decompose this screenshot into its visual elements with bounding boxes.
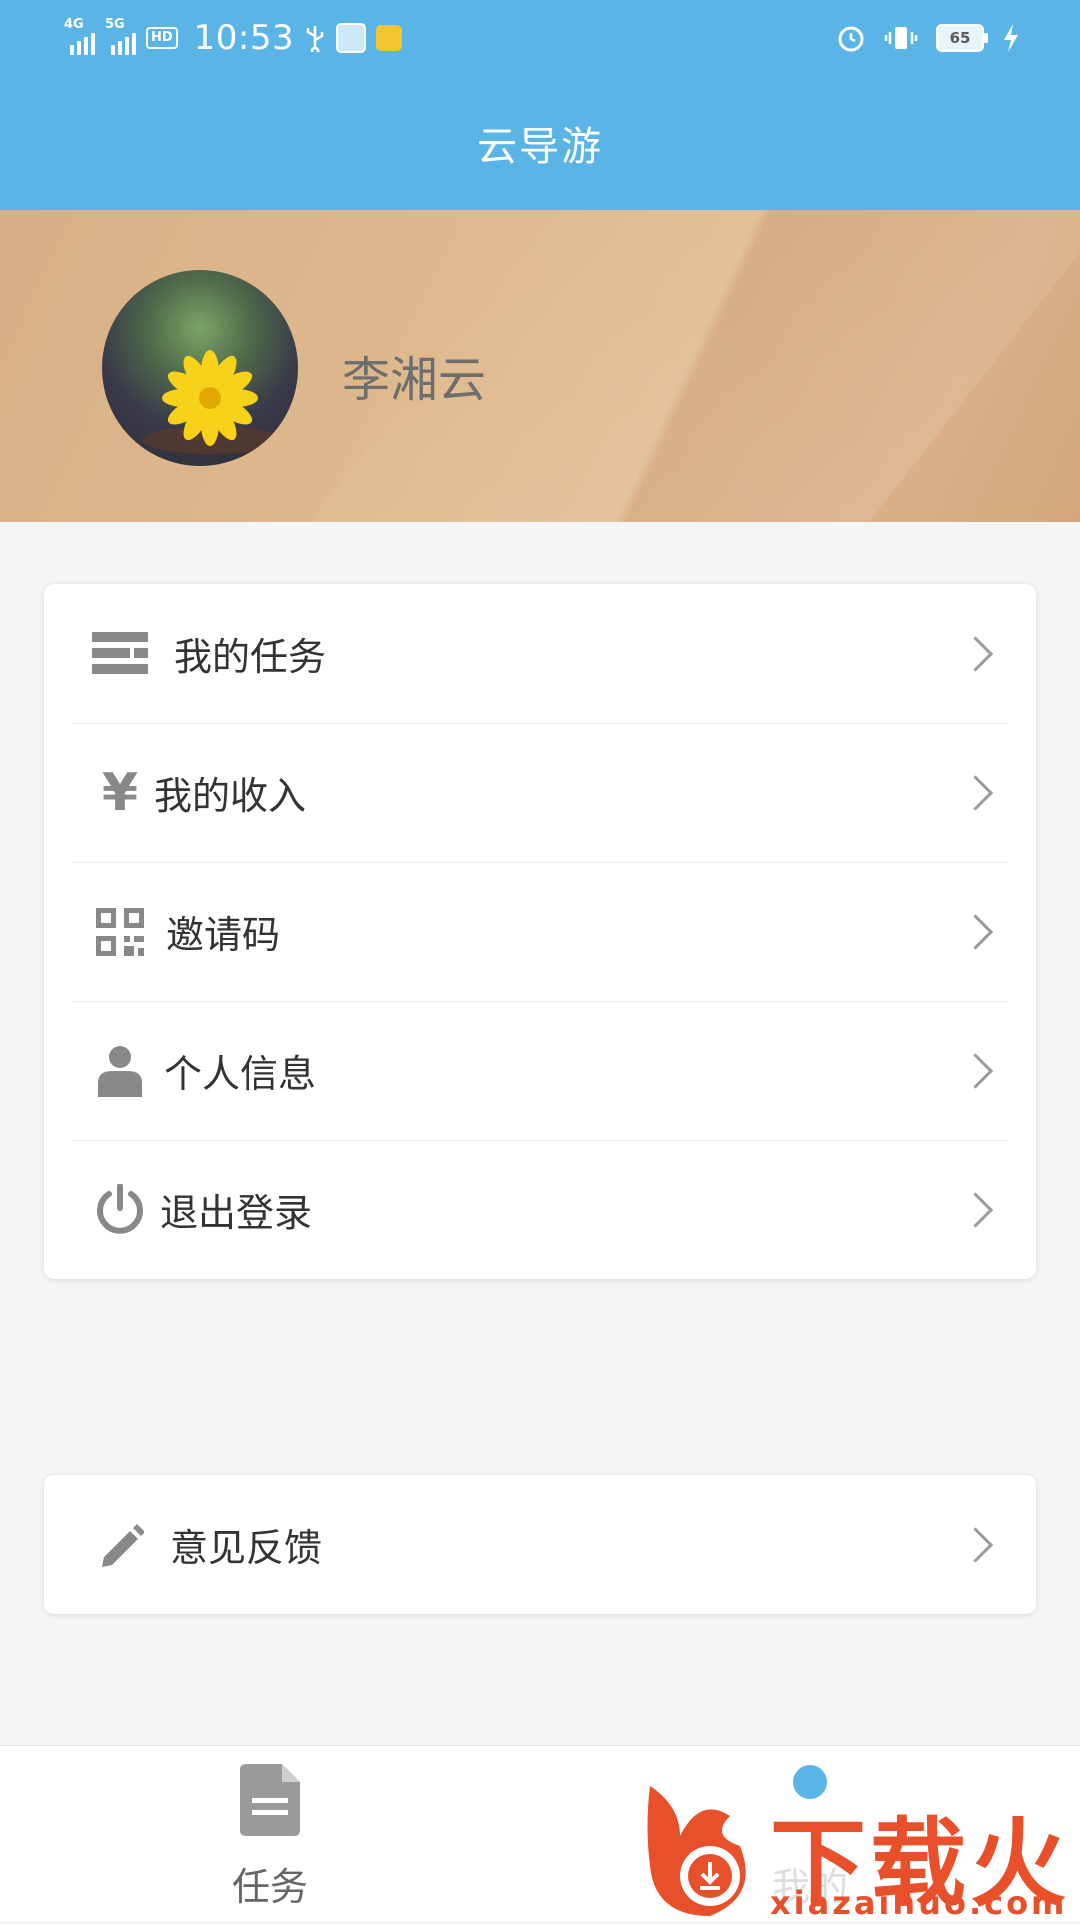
chevron-right-icon <box>957 1191 994 1228</box>
yen-icon: ¥ <box>101 762 139 823</box>
menu-item-label: 邀请码 <box>166 913 281 957</box>
menu-item-label: 退出登录 <box>160 1191 313 1235</box>
power-icon <box>92 1182 148 1238</box>
vibrate-icon <box>884 27 918 49</box>
chevron-right-icon <box>957 1526 994 1563</box>
status-left: 4G 5G HD 10:53 <box>64 17 403 58</box>
chevron-right-icon <box>957 913 994 950</box>
feedback-card: 意见反馈 <box>44 1475 1036 1614</box>
username: 李湘云 <box>342 352 487 408</box>
tab-label: 任务 <box>231 1865 308 1909</box>
avatar[interactable] <box>102 270 298 466</box>
battery-icon: 65 <box>936 24 988 52</box>
watermark: 下载火 xiazaihuo.com <box>640 1776 1080 1922</box>
menu-item-my-income[interactable]: ¥ 我的收入 <box>44 723 1036 862</box>
pencil-icon <box>92 1517 148 1573</box>
mail-icon <box>376 25 403 51</box>
status-right: 65 <box>836 18 1020 58</box>
status-bar: 4G 5G HD 10:53 65 <box>0 0 1080 76</box>
watermark-url: xiazaihuo.com <box>770 1884 1068 1922</box>
menu-item-my-tasks[interactable]: 我的任务 <box>44 584 1036 723</box>
menu-item-personal-info[interactable]: 个人信息 <box>44 1001 1036 1140</box>
page-title: 云导游 <box>477 124 603 170</box>
usb-debug-icon <box>336 23 367 53</box>
flower-image <box>142 350 282 454</box>
charging-icon <box>1004 24 1018 52</box>
usb-icon <box>306 26 324 52</box>
signal-4g-icon: 4G <box>64 17 95 55</box>
chevron-right-icon <box>957 635 994 672</box>
signal-4g-label: 4G <box>64 17 84 32</box>
menu-item-label: 意见反馈 <box>170 1526 323 1570</box>
profile-banner: 李湘云 <box>0 210 1080 522</box>
qr-code-icon <box>92 904 148 960</box>
menu-item-logout[interactable]: 退出登录 <box>44 1140 1036 1279</box>
alarm-icon <box>838 26 864 52</box>
signal-5g-label: 5G <box>105 17 125 32</box>
tab-tasks[interactable]: 任务 <box>0 1746 540 1921</box>
menu-item-invite-code[interactable]: 邀请码 <box>44 862 1036 1001</box>
app-title-bar: 云导游 <box>0 76 1080 210</box>
hd-voice-icon: HD <box>146 27 178 49</box>
menu-item-feedback[interactable]: 意见反馈 <box>44 1475 1036 1614</box>
person-icon <box>92 1043 148 1099</box>
menu-item-label: 我的收入 <box>154 774 307 818</box>
clock: 10:53 <box>193 18 295 58</box>
menu-card: 我的任务 ¥ 我的收入 邀请码 个人信息 退出登录 <box>44 584 1036 1279</box>
flame-logo-icon <box>647 1786 746 1916</box>
signal-5g-icon: 5G <box>105 17 136 55</box>
document-icon <box>240 1764 300 1840</box>
menu-item-label: 个人信息 <box>164 1052 317 1096</box>
chevron-right-icon <box>957 1052 994 1089</box>
list-icon <box>92 626 148 682</box>
menu-item-label: 我的任务 <box>174 635 327 679</box>
chevron-right-icon <box>957 774 994 811</box>
